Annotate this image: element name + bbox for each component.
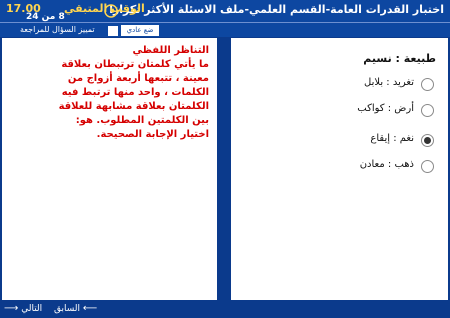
timer-label: الوقت المتبقي xyxy=(64,2,145,15)
review-label[interactable]: تمييز السؤال للمراجعة xyxy=(20,25,95,34)
next-label: التالي xyxy=(21,304,43,314)
radio-option-2[interactable] xyxy=(421,104,434,117)
arrow-left-icon: ⟵ xyxy=(82,303,98,314)
arrow-right-icon: ⟶ xyxy=(4,303,19,314)
previous-label: السابق xyxy=(54,304,81,314)
option-1[interactable]: تغريد : بلابل xyxy=(250,74,440,94)
next-button[interactable]: التالي ⟶ xyxy=(4,303,42,316)
header-bar: اختبار القدرات العامة-القسم العلمي-ملف ا… xyxy=(0,0,450,22)
radio-option-1[interactable] xyxy=(421,78,434,91)
question-stem: طبيعة : نسيم xyxy=(363,52,436,65)
normal-mode-button[interactable]: ضع عادي xyxy=(120,24,160,37)
option-3[interactable]: نغم : إيقاع xyxy=(250,130,440,150)
option-4[interactable]: ذهب : معادن xyxy=(250,156,440,176)
radio-option-4[interactable] xyxy=(421,160,434,173)
option-4-label: ذهب : معادن xyxy=(359,159,414,170)
previous-button[interactable]: ⟵ السابق xyxy=(54,303,97,316)
review-checkbox[interactable] xyxy=(108,26,118,36)
exam-title: اختبار القدرات العامة-القسم العلمي-ملف ا… xyxy=(109,3,444,16)
option-2[interactable]: أرض : كواكب xyxy=(250,100,440,120)
passage-pane: التناظر اللفظي ما يأتي كلمتان ترتبطان بع… xyxy=(2,38,217,300)
footer-nav: ⟵ السابق التالي ⟶ xyxy=(0,300,450,318)
option-2-label: أرض : كواكب xyxy=(357,103,414,114)
option-1-label: تغريد : بلابل xyxy=(364,77,414,88)
radio-option-3[interactable] xyxy=(421,134,434,147)
toolbar: ضع عادي تمييز السؤال للمراجعة xyxy=(0,22,450,37)
question-progress: 8 من 24 xyxy=(26,12,65,22)
option-3-label: نغم : إيقاع xyxy=(370,133,414,144)
passage-text: التناظر اللفظي ما يأتي كلمتان ترتبطان بع… xyxy=(58,45,209,140)
question-pane: طبيعة : نسيم تغريد : بلابل أرض : كواكب ن… xyxy=(231,38,448,300)
pane-divider xyxy=(219,38,229,300)
